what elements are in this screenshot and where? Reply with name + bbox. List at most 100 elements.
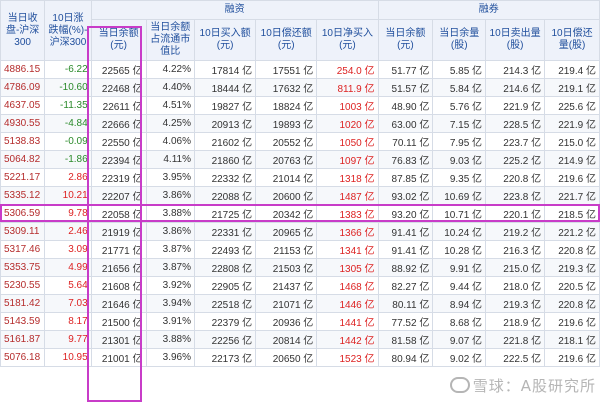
- cell-close: 5138.83: [0, 132, 46, 151]
- cell-short-sell: 214.6 亿: [485, 78, 546, 97]
- cell-short-qty: 5.84 亿: [432, 78, 487, 97]
- cell-net: 1341 亿: [316, 240, 379, 259]
- table-row[interactable]: 4637.05 -11.35 22611 亿 4.51% 19827 亿 18824 亿1…: [0, 96, 600, 115]
- cell-ratio: 4.11%: [145, 150, 195, 169]
- cell-net: 1442 亿: [316, 330, 379, 349]
- cell-ratio: 3.95%: [145, 168, 195, 187]
- cell-short-qty: 7.95 亿: [432, 132, 487, 151]
- cell-balance: 22611 亿: [90, 96, 147, 115]
- cell-net: 1097 亿: [316, 150, 379, 169]
- header-change[interactable]: 10日涨跌幅(%)-沪深300: [44, 0, 92, 61]
- cell-repay: 20342 亿: [255, 204, 318, 223]
- cell-short-balance: 88.92 亿: [377, 258, 434, 277]
- cell-short-balance: 70.11 亿: [377, 132, 434, 151]
- cell-buy: 22173 亿: [193, 348, 257, 367]
- table-row[interactable]: 5181.42 7.03 21646 亿 3.94% 22518 亿 21071 亿 144…: [0, 294, 600, 313]
- cell-balance: 22550 亿: [90, 132, 147, 151]
- table-row[interactable]: 4786.09 -10.60 22468 亿 4.40% 18444 亿 17632 亿8…: [0, 78, 600, 97]
- table-row[interactable]: 5143.59 8.17 21500 亿 3.91% 22379 亿 20936 亿 144…: [0, 312, 600, 331]
- cell-short-balance: 81.58 亿: [377, 330, 434, 349]
- cell-short-repay: 219.6 亿: [544, 312, 600, 331]
- table-row[interactable]: 5306.59 9.78 22058 亿 3.88% 21725 亿 20342 亿 138…: [0, 204, 600, 223]
- header-net[interactable]: 10日净买入(元): [316, 19, 379, 61]
- cell-balance: 21771 亿: [90, 240, 147, 259]
- cell-short-repay: 219.4 亿: [544, 60, 600, 79]
- cell-close: 5230.55: [0, 276, 46, 295]
- table-row[interactable]: 5353.75 4.99 21656 亿 3.87% 22808 亿 21503 亿 130…: [0, 258, 600, 277]
- cell-short-repay: 219.1 亿: [544, 78, 600, 97]
- cell-short-qty: 5.76 亿: [432, 96, 487, 115]
- cell-balance: 22666 亿: [90, 114, 147, 133]
- header-repay[interactable]: 10日偿还额(元): [255, 19, 318, 61]
- cell-repay: 20814 亿: [255, 330, 318, 349]
- table-row[interactable]: 5230.55 5.64 21608 亿 3.92% 22905 亿 21437 亿 146…: [0, 276, 600, 295]
- cell-net: 1318 亿: [316, 168, 379, 187]
- cell-ratio: 3.91%: [145, 312, 195, 331]
- table-row[interactable]: 5161.87 9.77 21301 亿 3.88% 22256 亿 20814 亿 144…: [0, 330, 600, 349]
- cell-short-balance: 48.90 亿: [377, 96, 434, 115]
- cell-repay: 20552 亿: [255, 132, 318, 151]
- header-short-qty[interactable]: 当日余量(股): [432, 19, 487, 61]
- cell-close: 5181.42: [0, 294, 46, 313]
- cell-balance: 21656 亿: [90, 258, 147, 277]
- table-row[interactable]: 5335.12 10.21 22207 亿 3.86% 22088 亿 20600 亿 14…: [0, 186, 600, 205]
- header-balance[interactable]: 当日余额(元): [90, 19, 147, 61]
- cell-close: 5306.59: [0, 204, 46, 223]
- cell-short-repay: 221.9 亿: [544, 114, 600, 133]
- cell-short-balance: 91.41 亿: [377, 240, 434, 259]
- cell-buy: 18444 亿: [193, 78, 257, 97]
- cell-short-qty: 9.02 亿: [432, 348, 487, 367]
- table-row[interactable]: 4886.15 -6.22 22565 亿 4.22% 17814 亿 17551 亿 25…: [0, 60, 600, 79]
- cell-balance: 22058 亿: [90, 204, 147, 223]
- cell-short-balance: 82.27 亿: [377, 276, 434, 295]
- cell-short-qty: 9.07 亿: [432, 330, 487, 349]
- cell-net: 1468 亿: [316, 276, 379, 295]
- header-short-repay[interactable]: 10日偿还量(股): [544, 19, 600, 61]
- cell-close: 4886.15: [0, 60, 46, 79]
- chat-bubble-icon: [449, 377, 470, 393]
- cell-balance: 21608 亿: [90, 276, 147, 295]
- watermark-text: 雪球：A股研究所: [472, 377, 596, 395]
- table-row[interactable]: 5138.83 -0.09 22550 亿 4.06% 21602 亿 20552 亿 10…: [0, 132, 600, 151]
- table-row[interactable]: 5064.82 -1.86 22394 亿 4.11% 21860 亿 20763 亿 10…: [0, 150, 600, 169]
- cell-change: -10.60: [44, 78, 92, 97]
- cell-ratio: 4.06%: [145, 132, 195, 151]
- table-body: 4886.15 -6.22 22565 亿 4.22% 17814 亿 17551 亿 25…: [0, 60, 600, 367]
- header-short-sell[interactable]: 10日卖出量(股): [485, 19, 546, 61]
- cell-short-repay: 219.6 亿: [544, 168, 600, 187]
- cell-net: 1305 亿: [316, 258, 379, 277]
- cell-buy: 21725 亿: [193, 204, 257, 223]
- cell-close: 5317.46: [0, 240, 46, 259]
- header-ratio[interactable]: 当日余额占流通市值比: [145, 19, 195, 61]
- cell-repay: 17632 亿: [255, 78, 318, 97]
- cell-short-balance: 80.11 亿: [377, 294, 434, 313]
- cell-change: -4.84: [44, 114, 92, 133]
- cell-close: 5143.59: [0, 312, 46, 331]
- cell-short-qty: 10.71 亿: [432, 204, 487, 223]
- cell-ratio: 3.88%: [145, 204, 195, 223]
- header-short-balance[interactable]: 当日余额(元): [377, 19, 434, 61]
- table-row[interactable]: 4930.55 -4.84 22666 亿 4.25% 20913 亿 19893 亿 10…: [0, 114, 600, 133]
- table-row[interactable]: 5076.18 10.95 21001 亿 3.96% 22173 亿 20650 亿 15…: [0, 348, 600, 367]
- cell-buy: 22331 亿: [193, 222, 257, 241]
- cell-net: 1020 亿: [316, 114, 379, 133]
- table-row[interactable]: 5221.17 2.86 22319 亿 3.95% 22332 亿 21014 亿 131…: [0, 168, 600, 187]
- cell-balance: 22319 亿: [90, 168, 147, 187]
- cell-net: 1383 亿: [316, 204, 379, 223]
- cell-short-repay: 221.2 亿: [544, 222, 600, 241]
- cell-short-sell: 218.0 亿: [485, 276, 546, 295]
- cell-short-balance: 51.57 亿: [377, 78, 434, 97]
- cell-change: -1.86: [44, 150, 92, 169]
- header-close[interactable]: 当日收盘-沪深300: [0, 0, 46, 61]
- cell-repay: 17551 亿: [255, 60, 318, 79]
- cell-repay: 20965 亿: [255, 222, 318, 241]
- cell-ratio: 3.92%: [145, 276, 195, 295]
- table-row[interactable]: 5309.11 2.46 21919 亿 3.86% 22331 亿 20965 亿 136…: [0, 222, 600, 241]
- cell-short-balance: 51.77 亿: [377, 60, 434, 79]
- table-row[interactable]: 5317.46 3.09 21771 亿 3.87% 22493 亿 21153 亿 134…: [0, 240, 600, 259]
- cell-change: 3.09: [44, 240, 92, 259]
- cell-short-sell: 221.9 亿: [485, 96, 546, 115]
- cell-short-repay: 220.5 亿: [544, 276, 600, 295]
- header-buy[interactable]: 10日买入额(元): [193, 19, 257, 61]
- cell-balance: 21646 亿: [90, 294, 147, 313]
